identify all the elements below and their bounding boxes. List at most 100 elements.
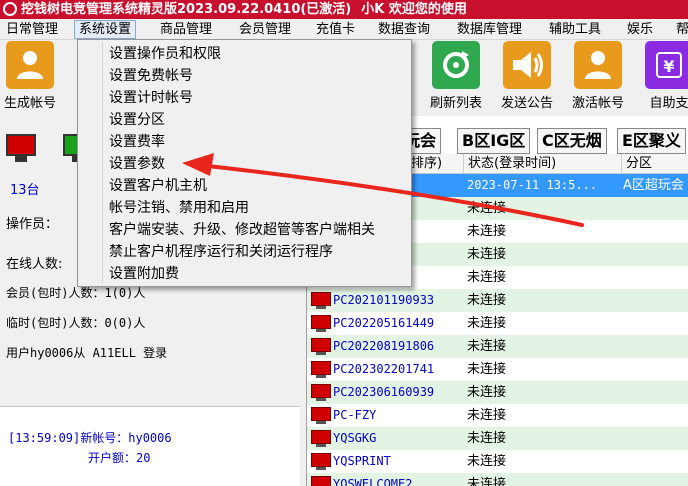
client-name: PC202205161449 [333,316,435,330]
menu-data-query[interactable]: 数据查询 [374,20,434,39]
computer-icon [311,430,331,448]
table-row[interactable]: YQSGKG 未连接 [307,427,688,450]
monitor-icon-red [6,134,36,164]
table-row[interactable]: PC202306160939 未连接 [307,381,688,404]
col-header-area[interactable]: 分区 [621,154,652,173]
client-status: 未连接 [467,408,507,423]
self-service-label: 自助支 [649,96,688,111]
computer-icon [311,315,331,333]
client-name: PC-FZY [333,408,377,422]
menu-members[interactable]: 会员管理 [235,20,295,39]
col-header-sort[interactable]: 排序) [407,154,442,173]
client-status: 未连接 [467,339,507,354]
client-status: 未连接 [467,477,507,486]
menu-daily[interactable]: 日常管理 [2,20,62,39]
menu-recharge-card[interactable]: 充值卡 [312,20,359,39]
menu-database[interactable]: 数据库管理 [453,20,526,39]
temp-count: 临时(包时)人数：0(0)人 [6,316,146,330]
refresh-icon [432,41,480,89]
client-name: PC202208191806 [333,339,435,353]
menu-entertainment[interactable]: 娱乐 [623,20,657,39]
generate-account-label: 生成帐号 [3,96,56,111]
menu-item-parameters[interactable]: 设置参数 [109,153,165,175]
computer-icon [311,453,331,471]
app-icon [3,2,17,16]
menu-tools[interactable]: 辅助工具 [545,20,605,39]
activate-account-label: 激活帐号 [571,96,624,111]
log-box: [13:59:09]新帐号：hy0006 开户额：20 [0,406,300,486]
menu-item-account-cancel[interactable]: 帐号注销、禁用和启用 [109,197,249,219]
tab-area-c[interactable]: C区无烟 [537,128,607,154]
client-name: YQSWELCOME2 [333,477,413,486]
client-name: PC202101190933 [333,293,435,307]
menu-item-surcharge[interactable]: 设置附加费 [109,263,179,285]
client-name: YQSPRINT [333,454,391,468]
client-status: 未连接 [467,362,507,377]
refresh-list-button[interactable]: 刷新列表 [421,40,491,116]
menu-item-zones[interactable]: 设置分区 [109,109,165,131]
client-status: 未连接 [467,385,507,400]
user-icon [6,41,54,89]
log-line-1: [13:59:09]新帐号：hy0006 [8,431,172,445]
refresh-list-label: 刷新列表 [429,96,482,111]
client-status: 未连接 [467,316,507,331]
menu-system-settings[interactable]: 系统设置 [74,20,137,39]
client-status: 未连接 [467,201,507,216]
table-row[interactable]: PC-FZY 未连接 [307,404,688,427]
client-name: PC202302201741 [333,362,435,376]
menu-item-block-programs[interactable]: 禁止客户机程序运行和关闭运行程序 [109,241,333,263]
menu-item-timed-account[interactable]: 设置计时帐号 [109,87,193,109]
menu-item-free-account[interactable]: 设置免费帐号 [109,65,193,87]
megaphone-icon [503,41,551,89]
client-status: 未连接 [467,247,507,262]
user-icon [574,41,622,89]
machine-count: 13台 [10,183,40,198]
yen-icon: ¥ [645,41,688,89]
window-title: 挖钱树电竞管理系统精灵版2023.09.22.0410(已激活) [21,2,352,17]
computer-icon [311,476,331,486]
operator-label: 操作员： [6,217,59,232]
menu-goods[interactable]: 商品管理 [156,20,216,39]
client-status: 未连接 [467,270,507,285]
send-notice-button[interactable]: 发送公告 [492,40,562,116]
computer-icon [311,407,331,425]
log-line-2: 开户额：20 [88,451,151,465]
table-row[interactable]: YQSWELCOME2 未连接 [307,473,688,486]
computer-icon [311,292,331,310]
table-row[interactable]: PC202302201741 未连接 [307,358,688,381]
menu-bar: 日常管理 系统设置 商品管理 会员管理 充值卡 数据查询 数据库管理 辅助工具 … [0,19,688,40]
generate-account-button[interactable]: 生成帐号 [0,40,65,116]
client-status: 未连接 [467,454,507,469]
table-row[interactable]: PC202208191806 未连接 [307,335,688,358]
self-service-button[interactable]: ¥ 自助支 [634,40,688,116]
login-message: 用户hy0006从 A11ELL 登录 [6,346,168,360]
client-status: 2023-07-11 13:5... [467,178,598,192]
online-count-label: 在线人数: [6,257,63,272]
table-row[interactable]: YQSPRINT 未连接 [307,450,688,473]
client-name: YQSGKG [333,431,377,445]
menu-item-rates[interactable]: 设置费率 [109,131,165,153]
table-row[interactable]: PC202101190933 未连接 [307,289,688,312]
table-row[interactable]: PC202205161449 未连接 [307,312,688,335]
activate-account-button[interactable]: 激活帐号 [563,40,633,116]
client-status: 未连接 [467,431,507,446]
client-area: A区超玩会 [623,178,684,193]
greeting-text: 小K 欢迎您的使用 [361,2,467,17]
client-status: 未连接 [467,224,507,239]
menu-item-client-install[interactable]: 客户端安装、升级、修改超管等客户端相关 [109,219,375,241]
computer-icon [311,338,331,356]
tab-area-e[interactable]: E区聚义 [617,128,686,154]
computer-icon [311,384,331,402]
menu-item-client-host[interactable]: 设置客户机主机 [109,175,207,197]
computer-icon [311,361,331,379]
system-settings-dropdown: 设置操作员和权限 设置免费帐号 设置计时帐号 设置分区 设置费率 设置参数 设置… [77,39,412,287]
client-status: 未连接 [467,293,507,308]
menu-gutter [102,42,103,284]
menu-help[interactable]: 帮 [672,20,688,39]
tab-area-b[interactable]: B区IG区 [457,128,531,154]
svg-text:¥: ¥ [663,57,674,76]
send-notice-label: 发送公告 [500,96,553,111]
client-name: PC202306160939 [333,385,435,399]
menu-item-operators[interactable]: 设置操作员和权限 [109,43,221,65]
col-header-status[interactable]: 状态(登录时间) [463,154,556,173]
